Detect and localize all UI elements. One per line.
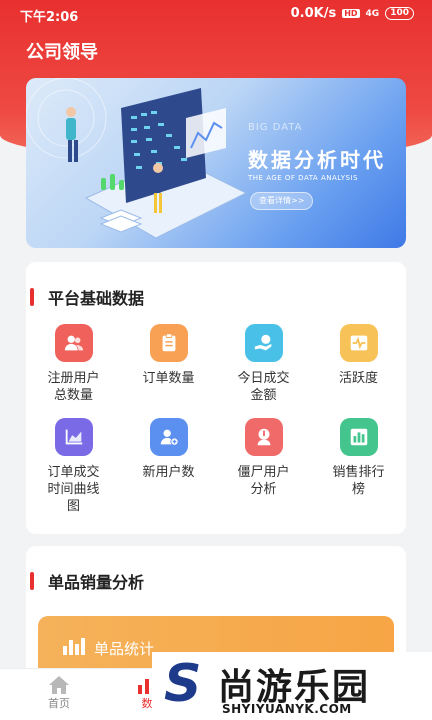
status-indicators: 0.0K/s HD 4G 100 xyxy=(291,6,414,21)
grid-label: 订单成交时间曲线图 xyxy=(47,465,100,514)
grid-item-orders[interactable]: 订单数量 xyxy=(121,324,216,404)
banner[interactable]: BIG DATA 数据分析时代 THE AGE OF DATA ANALYSIS… xyxy=(26,78,406,248)
section-title: 单品销量分析 xyxy=(48,573,145,592)
status-time: 下午2:06 xyxy=(20,10,79,25)
hd-badge: HD xyxy=(342,9,360,18)
grid-label: 注册用户总数量 xyxy=(47,371,100,403)
ranking-icon xyxy=(339,418,378,456)
page-title: 公司领导 xyxy=(26,42,98,63)
grid-label: 订单数量 xyxy=(142,371,195,386)
banner-title: 数据分析时代 xyxy=(248,148,386,172)
grid-item-registered-users[interactable]: 注册用户总数量 xyxy=(26,324,121,404)
clipboard-icon xyxy=(149,324,188,362)
user-add-icon xyxy=(149,418,188,456)
grid-label: 新用户数 xyxy=(142,465,195,480)
grid-label: 销售排行榜 xyxy=(332,465,385,497)
function-grid: 注册用户总数量 订单数量 今日成交金额 活跃度 订单成交时间曲线图 新用户数 僵… xyxy=(26,324,406,515)
section-header: 平台基础数据 xyxy=(26,284,144,310)
section-title: 平台基础数据 xyxy=(48,289,145,308)
tab-home-label: 首页 xyxy=(48,697,70,710)
grid-item-order-time-curve[interactable]: 订单成交时间曲线图 xyxy=(26,418,121,515)
zombie-icon xyxy=(244,418,283,456)
watermark-url: SHYIYUANYK.COM xyxy=(222,702,352,716)
banner-subtitle: THE AGE OF DATA ANALYSIS xyxy=(248,174,358,182)
tab-data-label: 数 xyxy=(141,697,153,710)
grid-item-activity[interactable]: 活跃度 xyxy=(311,324,406,404)
product-stat-label: 单品统计 xyxy=(94,640,155,658)
status-bar: 下午2:06 0.0K/s HD 4G 100 xyxy=(0,0,432,28)
data-illustration xyxy=(26,78,248,239)
section-accent-bar xyxy=(30,288,34,306)
home-icon xyxy=(49,676,69,694)
grid-label: 活跃度 xyxy=(338,371,378,386)
watermark-brand-mark: S xyxy=(164,654,202,714)
grid-label: 今日成交金额 xyxy=(237,371,290,403)
section-header: 单品销量分析 xyxy=(26,568,144,594)
tab-home[interactable]: 首页 xyxy=(48,675,70,711)
section-accent-bar xyxy=(30,572,34,590)
watermark-logo: S 尚游乐园 SHYIYUANYK.COM xyxy=(152,652,432,720)
users-icon xyxy=(54,324,93,362)
view-details-button[interactable]: 查看详情>> xyxy=(250,192,314,210)
grid-label: 僵尸用户分析 xyxy=(237,465,290,497)
bar-chart-icon xyxy=(63,638,85,655)
platform-data-card: 平台基础数据 注册用户总数量 订单数量 今日成交金额 活跃度 订单成交时间曲线图… xyxy=(26,262,406,534)
grid-item-today-turnover[interactable]: 今日成交金额 xyxy=(216,324,311,404)
banner-sup: BIG DATA xyxy=(248,122,303,133)
grid-item-sales-ranking[interactable]: 销售排行榜 xyxy=(311,418,406,515)
grid-item-new-users[interactable]: 新用户数 xyxy=(121,418,216,515)
signal-icon: 4G xyxy=(365,8,380,19)
network-speed: 0.0K/s xyxy=(290,6,337,21)
pulse-icon xyxy=(339,324,378,362)
line-chart-icon xyxy=(54,418,93,456)
money-hand-icon xyxy=(244,324,283,362)
battery-icon: 100 xyxy=(385,7,414,20)
grid-item-zombie-users[interactable]: 僵尸用户分析 xyxy=(216,418,311,515)
